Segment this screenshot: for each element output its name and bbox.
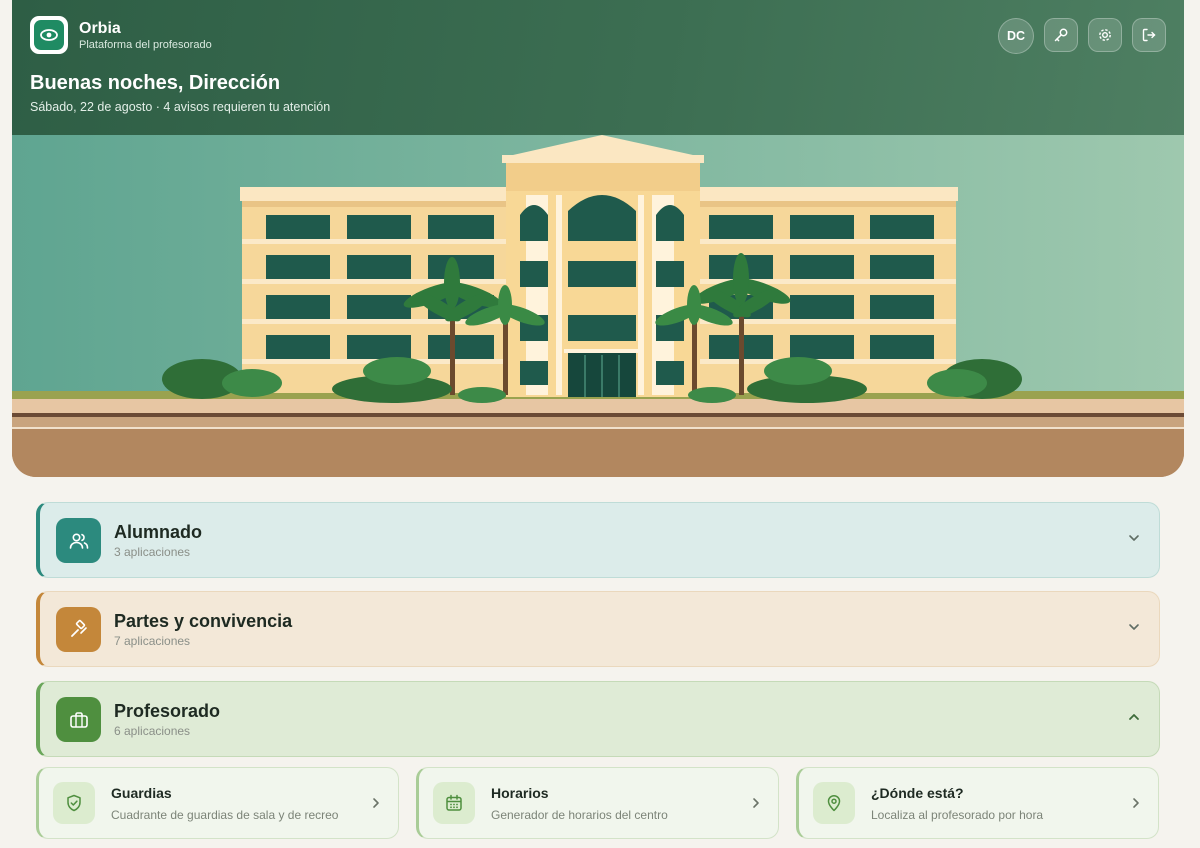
category-count: 3 aplicaciones <box>114 545 191 559</box>
category-title: Alumnado <box>114 522 202 542</box>
app-name: Orbia <box>79 19 121 37</box>
category-title: Partes y convivencia <box>114 611 293 631</box>
app-title: Guardias <box>111 785 172 801</box>
app-subtitle: Plataforma del profesorado <box>79 38 212 51</box>
brand[interactable]: Orbia Plataforma del profesorado <box>30 16 212 54</box>
key-button[interactable] <box>1044 18 1078 52</box>
logout-icon <box>1142 28 1156 42</box>
app-title: ¿Dónde está? <box>871 785 964 801</box>
category-count: 7 aplicaciones <box>114 634 191 648</box>
calendar-icon <box>433 782 475 824</box>
header-actions: DC <box>998 18 1166 54</box>
map-pin-icon <box>813 782 855 824</box>
category-title: Profesorado <box>114 701 221 721</box>
date-line: Sábado, 22 de agosto · 4 avisos requiere… <box>30 100 331 114</box>
settings-button[interactable] <box>1088 18 1122 52</box>
users-icon <box>56 518 101 563</box>
chevron-up-icon[interactable] <box>1127 710 1141 724</box>
school-building-illustration <box>12 135 1184 477</box>
app-card-horarios[interactable]: Horarios Generador de horarios del centr… <box>416 767 779 839</box>
greeting: Buenas noches, Dirección <box>30 72 281 94</box>
eye-icon <box>34 20 64 50</box>
chevron-down-icon[interactable] <box>1127 531 1141 545</box>
category-alumnado[interactable]: Alumnado 3 aplicaciones <box>36 502 1160 578</box>
app-description: Generador de horarios del centro <box>491 808 668 822</box>
category-partes-convivencia[interactable]: Partes y convivencia 7 aplicaciones <box>36 591 1160 667</box>
app-description: Cuadrante de guardias de sala y de recre… <box>111 808 339 822</box>
user-avatar[interactable]: DC <box>998 18 1034 54</box>
app-card-guardias[interactable]: Guardias Cuadrante de guardias de sala y… <box>36 767 399 839</box>
gear-icon <box>1099 29 1111 41</box>
category-count: 6 aplicaciones <box>114 724 191 738</box>
shield-check-icon <box>53 782 95 824</box>
chevron-down-icon[interactable] <box>1127 620 1141 634</box>
gavel-icon <box>56 607 101 652</box>
app-card-donde-esta[interactable]: ¿Dónde está? Localiza al profesorado por… <box>796 767 1159 839</box>
app-description: Localiza al profesorado por hora <box>871 808 1044 822</box>
briefcase-icon <box>56 697 101 742</box>
chevron-right-icon <box>753 798 759 808</box>
category-profesorado[interactable]: Profesorado 6 aplicaciones <box>36 681 1160 757</box>
logout-button[interactable] <box>1132 18 1166 52</box>
chevron-right-icon <box>373 798 379 808</box>
chevron-right-icon <box>1133 798 1139 808</box>
app-title: Horarios <box>491 785 549 801</box>
key-icon <box>1054 28 1068 42</box>
hero-banner: Orbia Plataforma del profesorado Buenas … <box>12 0 1184 477</box>
app-logo <box>30 16 68 54</box>
